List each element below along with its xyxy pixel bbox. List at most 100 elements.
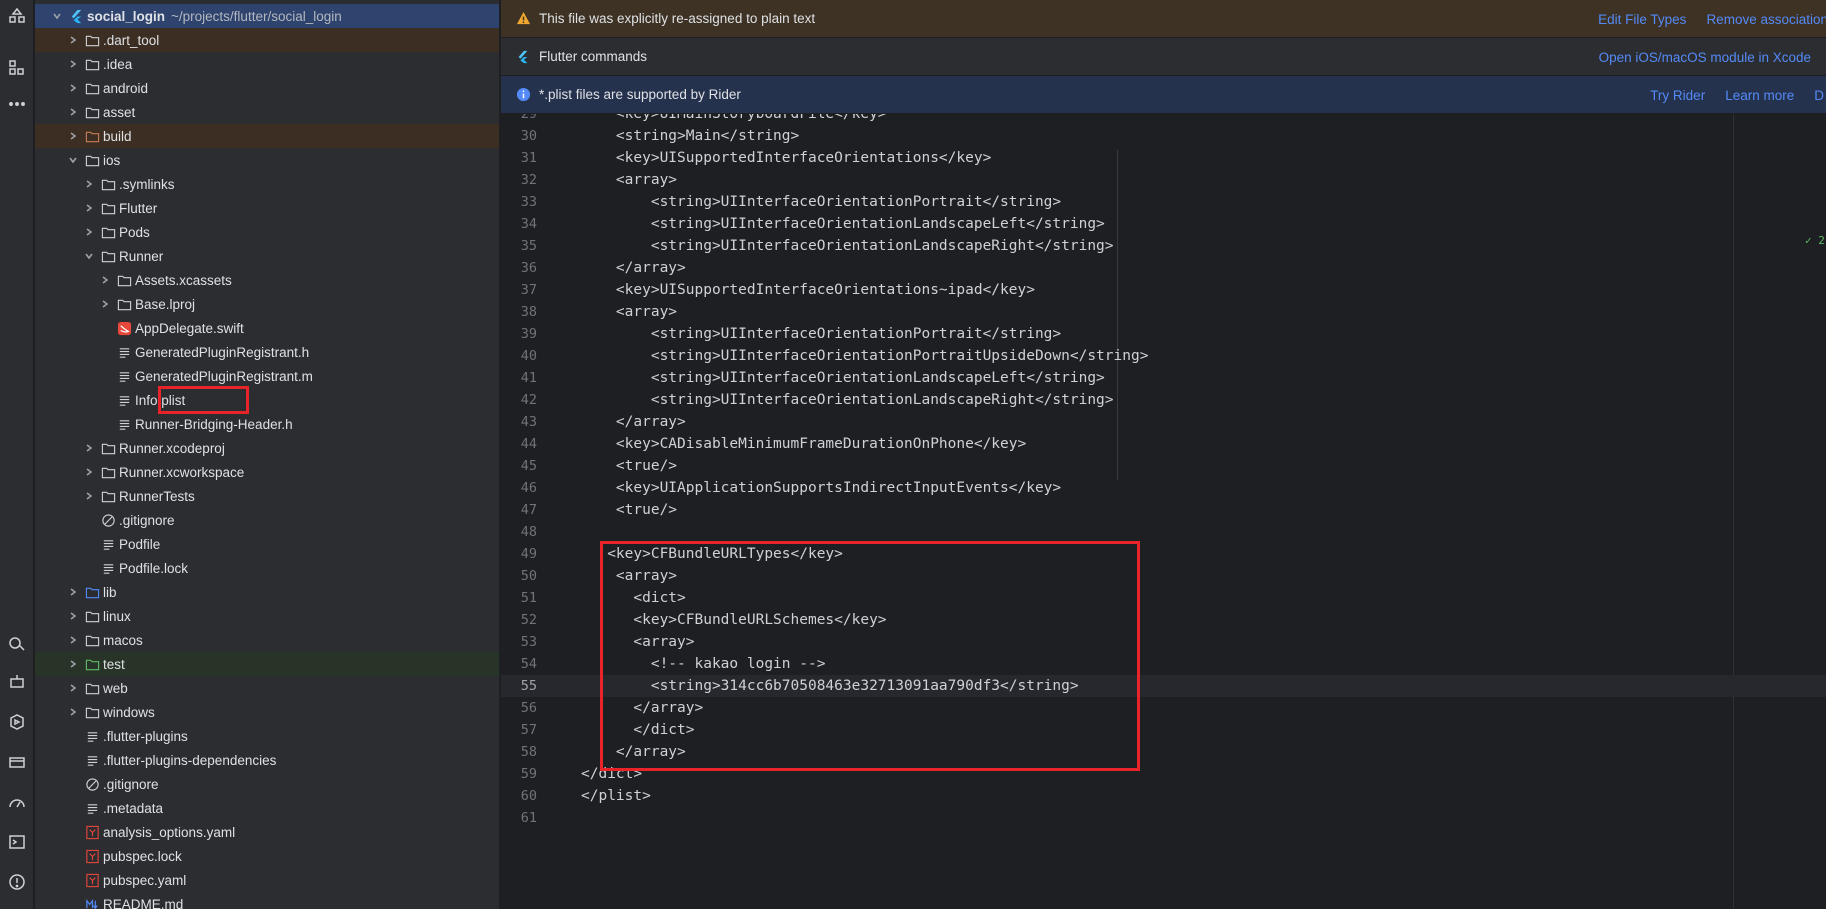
- components-icon[interactable]: [7, 58, 27, 78]
- flutter-inspector-icon[interactable]: [7, 633, 27, 653]
- problems-icon[interactable]: [7, 872, 27, 892]
- chevron-right-icon[interactable]: [81, 224, 97, 240]
- tree-item-info-plist[interactable]: Info.plist: [35, 388, 499, 412]
- run-icon[interactable]: [7, 712, 27, 732]
- code-line[interactable]: 32 <array>: [501, 169, 1826, 191]
- tree-item-runnertests[interactable]: RunnerTests: [35, 484, 499, 508]
- code-line[interactable]: 39 <string>UIInterfaceOrientationPortrai…: [501, 323, 1826, 345]
- chevron-right-icon[interactable]: [65, 584, 81, 600]
- chevron-right-icon[interactable]: [65, 632, 81, 648]
- tree-item-asset[interactable]: asset: [35, 100, 499, 124]
- code-line[interactable]: 31 <key>UISupportedInterfaceOrientations…: [501, 147, 1826, 169]
- learn-more-link[interactable]: Learn more: [1725, 88, 1794, 103]
- tree-item-macos[interactable]: macos: [35, 628, 499, 652]
- dismiss-link[interactable]: D: [1814, 88, 1824, 103]
- tree-item-idea[interactable]: .idea: [35, 52, 499, 76]
- tree-item-runner-bridging-header-h[interactable]: Runner-Bridging-Header.h: [35, 412, 499, 436]
- tree-item-flutter[interactable]: Flutter: [35, 196, 499, 220]
- tree-item-runner[interactable]: Runner: [35, 244, 499, 268]
- chevron-right-icon[interactable]: [65, 104, 81, 120]
- code-line[interactable]: 33 <string>UIInterfaceOrientationPortrai…: [501, 191, 1826, 213]
- tree-item-readme-md[interactable]: README.md: [35, 892, 499, 909]
- chevron-right-icon[interactable]: [65, 80, 81, 96]
- tree-item-ios[interactable]: ios: [35, 148, 499, 172]
- tree-item-flutter-plugins[interactable]: .flutter-plugins: [35, 724, 499, 748]
- chevron-right-icon[interactable]: [81, 488, 97, 504]
- chevron-right-icon[interactable]: [65, 56, 81, 72]
- chevron-down-icon[interactable]: [81, 248, 97, 264]
- code-line[interactable]: 48: [501, 521, 1826, 543]
- tree-item-gitignore[interactable]: .gitignore: [35, 508, 499, 532]
- code-line[interactable]: 44 <key>CADisableMinimumFrameDurationOnP…: [501, 433, 1826, 455]
- tree-item-generatedpluginregistrant-h[interactable]: GeneratedPluginRegistrant.h: [35, 340, 499, 364]
- chevron-right-icon[interactable]: [81, 200, 97, 216]
- tree-item-linux[interactable]: linux: [35, 604, 499, 628]
- tree-item-dart-tool[interactable]: .dart_tool: [35, 28, 499, 52]
- tree-item-podfile-lock[interactable]: Podfile.lock: [35, 556, 499, 580]
- project-structure-icon[interactable]: [7, 6, 27, 26]
- code-line[interactable]: 41 <string>UIInterfaceOrientationLandsca…: [501, 367, 1826, 389]
- tree-item-pods[interactable]: Pods: [35, 220, 499, 244]
- robot-icon[interactable]: [7, 672, 27, 692]
- terminal-icon[interactable]: [7, 832, 27, 852]
- inspection-status-badge[interactable]: ✓ 2: [1805, 234, 1825, 247]
- code-line[interactable]: 30 <string>Main</string>: [501, 125, 1826, 147]
- open-xcode-link[interactable]: Open iOS/macOS module in Xcode: [1599, 50, 1811, 65]
- remove-association-link[interactable]: Remove association: [1706, 12, 1826, 27]
- chevron-right-icon[interactable]: [65, 680, 81, 696]
- code-line[interactable]: 40 <string>UIInterfaceOrientationPortrai…: [501, 345, 1826, 367]
- tree-item-build[interactable]: build: [35, 124, 499, 148]
- database-icon[interactable]: [7, 752, 27, 772]
- chevron-right-icon[interactable]: [65, 32, 81, 48]
- code-line[interactable]: 29 <key>UIMainStoryboardFile</key>: [501, 114, 1826, 125]
- tree-item-metadata[interactable]: .metadata: [35, 796, 499, 820]
- code-line[interactable]: 37 <key>UISupportedInterfaceOrientations…: [501, 279, 1826, 301]
- chevron-right-icon[interactable]: [81, 440, 97, 456]
- tree-item-web[interactable]: web: [35, 676, 499, 700]
- code-editor[interactable]: 29 <key>UIMainStoryboardFile</key> 30 <st…: [501, 114, 1826, 909]
- code-line[interactable]: 46 <key>UIApplicationSupportsIndirectInp…: [501, 477, 1826, 499]
- chevron-right-icon[interactable]: [81, 464, 97, 480]
- code-line[interactable]: 36 </array>: [501, 257, 1826, 279]
- chevron-down-icon[interactable]: [49, 8, 65, 24]
- code-line[interactable]: 35 <string>UIInterfaceOrientationLandsca…: [501, 235, 1826, 257]
- edit-file-types-link[interactable]: Edit File Types: [1598, 12, 1686, 27]
- tree-item-symlinks[interactable]: .symlinks: [35, 172, 499, 196]
- tree-root-social-login[interactable]: social_login ~/projects/flutter/social_l…: [35, 4, 499, 28]
- code-line[interactable]: 61: [501, 807, 1826, 829]
- tree-item-lib[interactable]: lib: [35, 580, 499, 604]
- code-line[interactable]: 45 <true/>: [501, 455, 1826, 477]
- tree-item-runner-xcodeproj[interactable]: Runner.xcodeproj: [35, 436, 499, 460]
- chevron-down-icon[interactable]: [65, 152, 81, 168]
- chevron-right-icon[interactable]: [65, 704, 81, 720]
- tree-item-base-lproj[interactable]: Base.lproj: [35, 292, 499, 316]
- tree-item-test[interactable]: test: [35, 652, 499, 676]
- speedometer-icon[interactable]: [7, 793, 27, 813]
- tree-item-assets-xcassets[interactable]: Assets.xcassets: [35, 268, 499, 292]
- tree-item-appdelegate-swift[interactable]: AppDelegate.swift: [35, 316, 499, 340]
- tree-item-gitignore[interactable]: .gitignore: [35, 772, 499, 796]
- chevron-right-icon[interactable]: [65, 608, 81, 624]
- chevron-right-icon[interactable]: [97, 272, 113, 288]
- tree-item-podfile[interactable]: Podfile: [35, 532, 499, 556]
- tree-item-windows[interactable]: windows: [35, 700, 499, 724]
- code-line[interactable]: 60 </plist>: [501, 785, 1826, 807]
- code-line[interactable]: 42 <string>UIInterfaceOrientationLandsca…: [501, 389, 1826, 411]
- tree-item-flutter-plugins-dependencies[interactable]: .flutter-plugins-dependencies: [35, 748, 499, 772]
- tree-item-pubspec-yaml[interactable]: pubspec.yaml: [35, 868, 499, 892]
- tree-item-analysis-options-yaml[interactable]: analysis_options.yaml: [35, 820, 499, 844]
- try-rider-link[interactable]: Try Rider: [1650, 88, 1705, 103]
- tree-item-generatedpluginregistrant-m[interactable]: GeneratedPluginRegistrant.m: [35, 364, 499, 388]
- tree-item-pubspec-lock[interactable]: pubspec.lock: [35, 844, 499, 868]
- chevron-right-icon[interactable]: [65, 128, 81, 144]
- more-icon[interactable]: [7, 94, 27, 114]
- code-line[interactable]: 43 </array>: [501, 411, 1826, 433]
- code-line[interactable]: 38 <array>: [501, 301, 1826, 323]
- tree-item-android[interactable]: android: [35, 76, 499, 100]
- chevron-right-icon[interactable]: [97, 296, 113, 312]
- code-line[interactable]: 34 <string>UIInterfaceOrientationLandsca…: [501, 213, 1826, 235]
- code-line[interactable]: 47 <true/>: [501, 499, 1826, 521]
- tree-item-runner-xcworkspace[interactable]: Runner.xcworkspace: [35, 460, 499, 484]
- chevron-right-icon[interactable]: [81, 176, 97, 192]
- chevron-right-icon[interactable]: [65, 656, 81, 672]
